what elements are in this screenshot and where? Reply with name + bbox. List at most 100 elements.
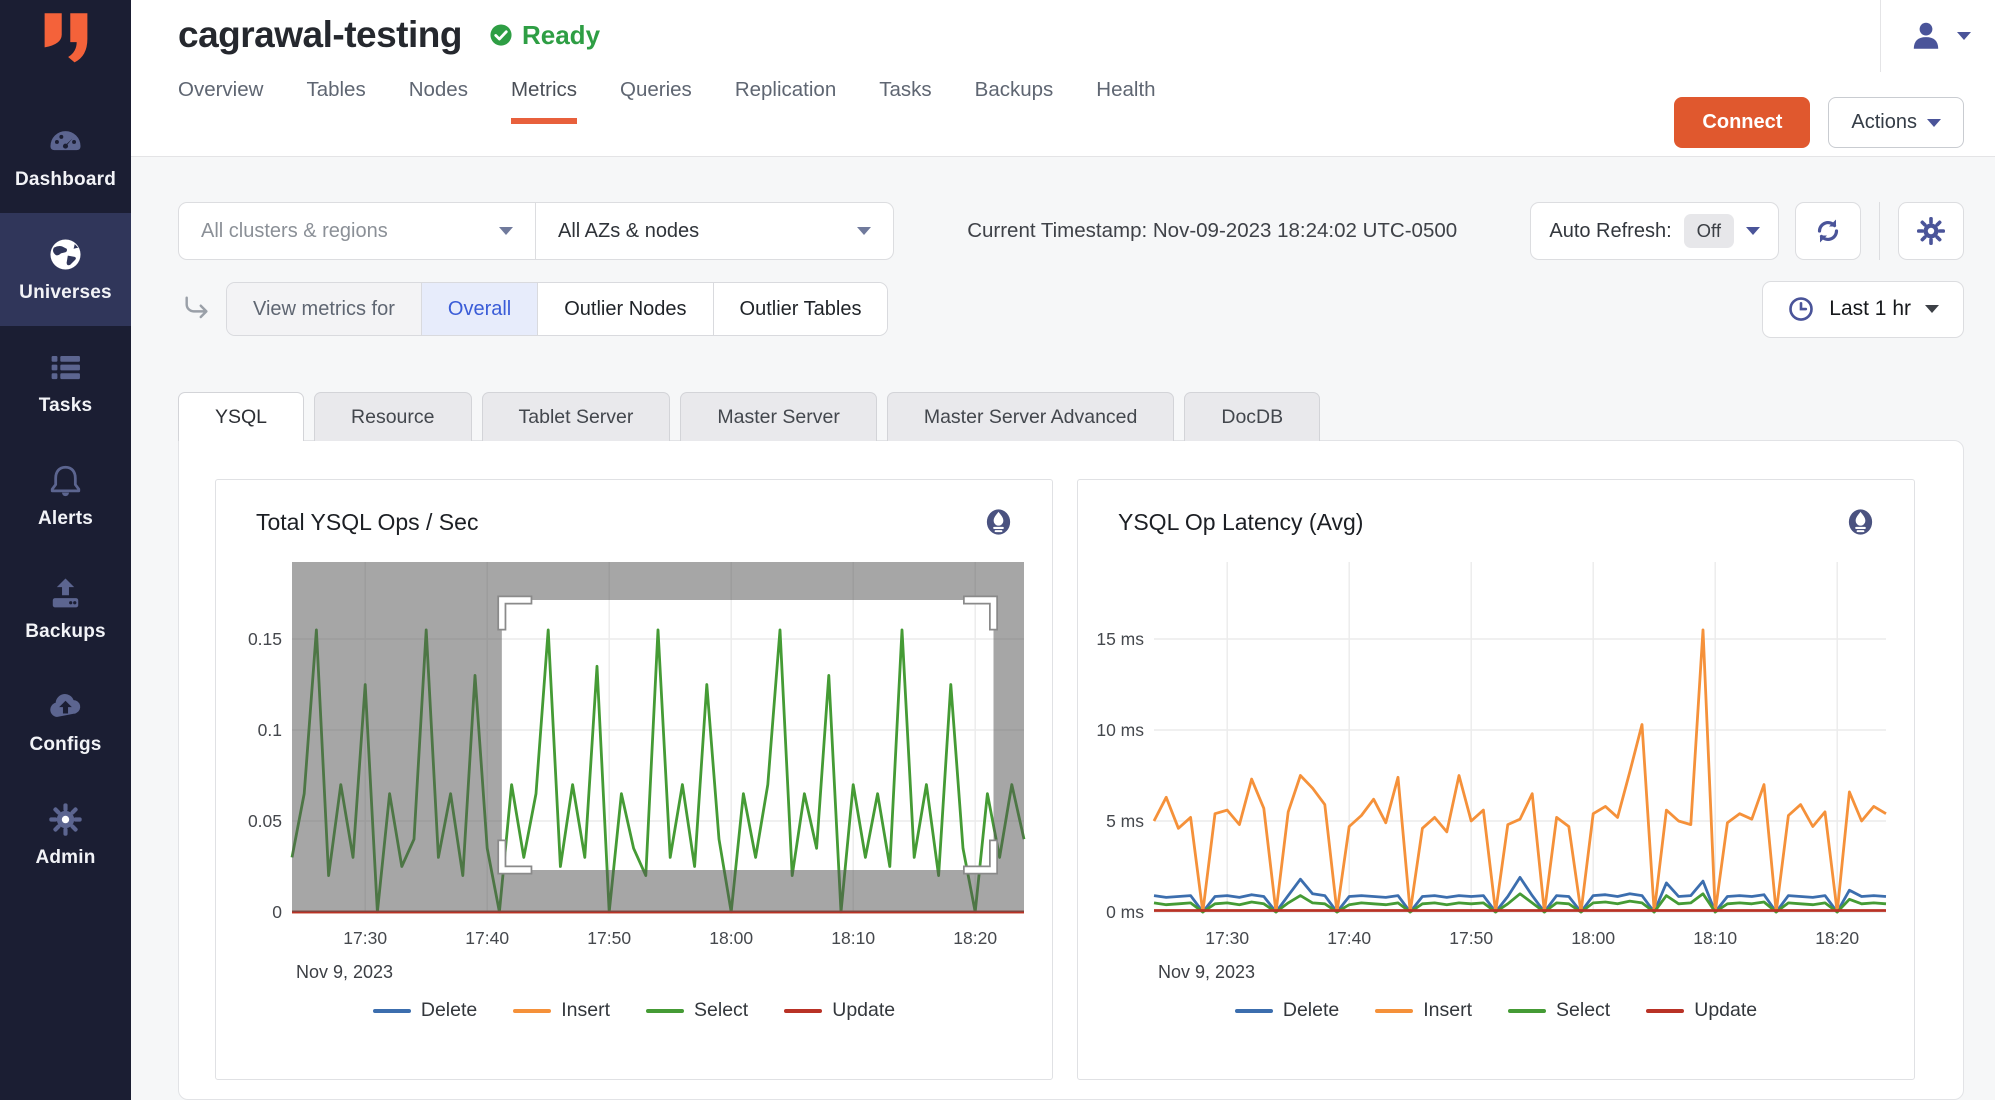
legend-update[interactable]: Update — [1646, 999, 1757, 1022]
tab-ysql[interactable]: YSQL — [178, 392, 304, 441]
latency-chart-plot[interactable]: 17:3017:4017:5018:0018:1018:200 ms5 ms10… — [1090, 552, 1902, 997]
tab-tables[interactable]: Tables — [306, 78, 365, 124]
tab-docdb[interactable]: DocDB — [1184, 392, 1320, 441]
gear-icon — [47, 801, 84, 838]
sidebar-item-dashboard[interactable]: Dashboard — [0, 100, 131, 213]
legend-delete[interactable]: Delete — [373, 999, 477, 1022]
current-timestamp: Current Timestamp: Nov-09-2023 18:24:02 … — [894, 202, 1530, 260]
bell-icon — [47, 462, 84, 499]
chevron-down-icon — [1957, 32, 1971, 40]
tab-health[interactable]: Health — [1096, 78, 1155, 124]
chart-title: Total YSQL Ops / Sec — [256, 509, 478, 536]
user-icon — [1909, 19, 1943, 53]
legend-swatch — [513, 1009, 551, 1013]
svg-text:17:50: 17:50 — [1449, 928, 1493, 948]
chevron-down-icon — [1927, 119, 1941, 127]
sidebar-item-label: Configs — [29, 734, 101, 756]
tab-backups[interactable]: Backups — [975, 78, 1054, 124]
chevron-down-icon — [857, 227, 871, 235]
sidebar-item-label: Admin — [35, 847, 95, 869]
legend-select[interactable]: Select — [1508, 999, 1610, 1022]
svg-text:17:50: 17:50 — [587, 928, 631, 948]
tab-queries[interactable]: Queries — [620, 78, 692, 124]
tab-tablet-server[interactable]: Tablet Server — [482, 392, 671, 441]
svg-text:0.15: 0.15 — [248, 629, 282, 649]
tab-master-server[interactable]: Master Server — [680, 392, 876, 441]
page-title: cagrawal-testing — [178, 14, 462, 56]
yugabyte-logo[interactable] — [0, 0, 131, 100]
svg-text:17:30: 17:30 — [1205, 928, 1249, 948]
connect-button[interactable]: Connect — [1674, 97, 1810, 148]
sidebar-item-configs[interactable]: Configs — [0, 665, 131, 778]
tab-master-server-advanced[interactable]: Master Server Advanced — [887, 392, 1175, 441]
charts-panel: Total YSQL Ops / Sec 17:3017:4017:5018:0… — [178, 440, 1964, 1100]
sidebar-item-label: Universes — [19, 282, 112, 304]
ops-chart-plot[interactable]: 17:3017:4017:5018:0018:1018:2000.050.10.… — [228, 552, 1040, 997]
azs-nodes-select[interactable]: All AZs & nodes — [536, 202, 894, 260]
actions-button[interactable]: Actions — [1828, 97, 1964, 148]
svg-text:0.05: 0.05 — [248, 811, 282, 831]
view-option-overall[interactable]: Overall — [421, 283, 537, 335]
time-range-select[interactable]: Last 1 hr — [1762, 281, 1964, 338]
legend-swatch — [1375, 1009, 1413, 1013]
sidebar-item-tasks[interactable]: Tasks — [0, 326, 131, 439]
sidebar-item-universes[interactable]: Universes — [0, 213, 131, 326]
tab-overview[interactable]: Overview — [178, 78, 263, 124]
sidebar-item-alerts[interactable]: Alerts — [0, 439, 131, 552]
clusters-regions-select[interactable]: All clusters & regions — [178, 202, 536, 260]
chevron-down-icon — [1925, 305, 1939, 313]
auto-refresh-select[interactable]: Auto Refresh: Off — [1530, 202, 1779, 260]
sidebar-item-admin[interactable]: Admin — [0, 778, 131, 891]
sidebar-item-label: Alerts — [38, 508, 93, 530]
view-option-outlier-tables[interactable]: Outlier Tables — [713, 283, 888, 335]
tab-replication[interactable]: Replication — [735, 78, 836, 124]
chart-card-ops: Total YSQL Ops / Sec 17:3017:4017:5018:0… — [215, 479, 1053, 1080]
view-option-outlier-nodes[interactable]: Outlier Nodes — [537, 283, 712, 335]
legend-insert[interactable]: Insert — [1375, 999, 1472, 1022]
svg-text:0.1: 0.1 — [258, 720, 282, 740]
refresh-button[interactable] — [1795, 202, 1861, 260]
svg-text:Nov 9, 2023: Nov 9, 2023 — [296, 962, 393, 982]
prometheus-icon[interactable] — [1845, 506, 1876, 538]
prometheus-icon[interactable] — [983, 506, 1014, 538]
svg-text:18:00: 18:00 — [1571, 928, 1615, 948]
sidebar-item-label: Dashboard — [15, 169, 116, 191]
legend-swatch — [1508, 1009, 1546, 1013]
svg-text:0 ms: 0 ms — [1106, 902, 1144, 922]
divider — [1879, 202, 1880, 260]
refresh-icon — [1812, 215, 1844, 247]
legend-update[interactable]: Update — [784, 999, 895, 1022]
tab-metrics[interactable]: Metrics — [511, 78, 577, 124]
chart-legend: Delete Insert Select Update — [1078, 999, 1914, 1022]
tab-resource[interactable]: Resource — [314, 392, 471, 441]
chevron-down-icon — [499, 227, 513, 235]
svg-text:15 ms: 15 ms — [1096, 629, 1144, 649]
chart-title: YSQL Op Latency (Avg) — [1118, 509, 1363, 536]
svg-text:18:20: 18:20 — [953, 928, 997, 948]
legend-select[interactable]: Select — [646, 999, 748, 1022]
svg-text:17:30: 17:30 — [343, 928, 387, 948]
legend-swatch — [373, 1009, 411, 1013]
legend-delete[interactable]: Delete — [1235, 999, 1339, 1022]
legend-swatch — [1646, 1009, 1684, 1013]
tab-nodes[interactable]: Nodes — [409, 78, 468, 124]
list-icon — [47, 349, 84, 386]
legend-swatch — [1235, 1009, 1273, 1013]
gauge-icon — [47, 123, 84, 160]
globe-icon — [47, 236, 84, 273]
chart-legend: Delete Insert Select Update — [216, 999, 1052, 1022]
legend-insert[interactable]: Insert — [513, 999, 610, 1022]
user-menu[interactable] — [1880, 0, 1995, 72]
sidebar-item-backups[interactable]: Backups — [0, 552, 131, 665]
svg-text:Nov 9, 2023: Nov 9, 2023 — [1158, 962, 1255, 982]
svg-text:0: 0 — [272, 902, 282, 922]
svg-text:18:10: 18:10 — [831, 928, 875, 948]
svg-text:18:20: 18:20 — [1815, 928, 1859, 948]
tab-tasks[interactable]: Tasks — [879, 78, 931, 124]
metrics-content: All clusters & regions All AZs & nodes C… — [131, 157, 1995, 1100]
settings-button[interactable] — [1898, 202, 1964, 260]
metric-group-tabs: YSQL Resource Tablet Server Master Serve… — [178, 392, 1964, 441]
sidebar: Dashboard Universes Tasks Alerts Backups… — [0, 0, 131, 1100]
view-metrics-label: View metrics for — [227, 283, 421, 335]
chart-card-latency: YSQL Op Latency (Avg) 17:3017:4017:5018:… — [1077, 479, 1915, 1080]
